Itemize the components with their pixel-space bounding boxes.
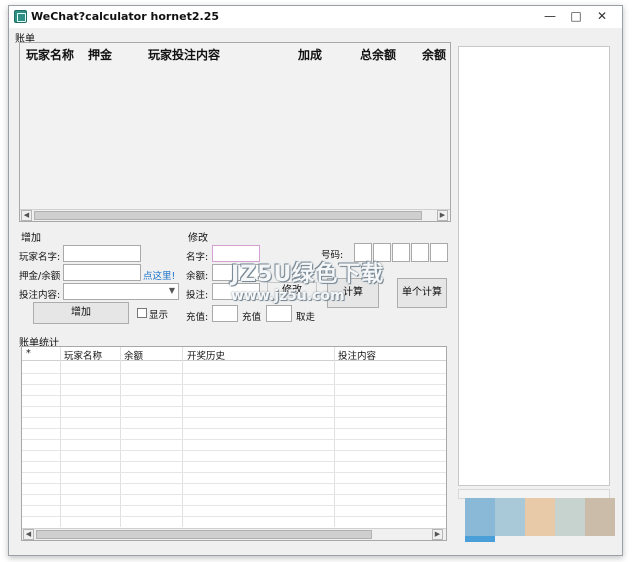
scroll-right-icon[interactable]: ▶: [432, 529, 443, 540]
watermark-logo: JZ5U绿色下载: [231, 262, 385, 287]
title-bar: WeChat?calculator hornet2.25 — □ ✕: [9, 6, 622, 28]
grid-row-line: [22, 406, 446, 407]
player-name-input[interactable]: [63, 245, 141, 262]
grid-divider: [120, 347, 121, 527]
grid-row-line: [22, 439, 446, 440]
ledger-col-balance[interactable]: 余额: [422, 46, 446, 63]
stats-col-index[interactable]: *: [26, 348, 31, 359]
scroll-right-icon[interactable]: ▶: [437, 210, 448, 221]
grid-row-line: [22, 395, 446, 396]
edit-panel-label: 修改: [188, 233, 208, 244]
app-icon: [14, 10, 27, 23]
accent-bar: [465, 536, 495, 542]
grid-row-line: [22, 373, 446, 374]
stats-col-balance[interactable]: 余额: [124, 348, 143, 362]
single-calc-button[interactable]: 单个计算: [397, 278, 447, 308]
app-window: WeChat?calculator hornet2.25 — □ ✕ 账单 玩家…: [8, 5, 623, 556]
grid-divider: [60, 347, 61, 527]
grid-row-line: [22, 450, 446, 451]
grid-row-line: [22, 384, 446, 385]
grid-row-line: [22, 505, 446, 506]
grid-divider: [334, 347, 335, 527]
color-swatch-1: [465, 498, 495, 536]
edit-balance-label: 余额:: [186, 271, 209, 282]
grid-row-line: [22, 428, 446, 429]
recharge-button[interactable]: 充值: [242, 309, 261, 323]
minimize-button[interactable]: —: [539, 8, 561, 24]
color-swatch-3: [525, 498, 555, 536]
stats-hscrollbar[interactable]: ◀ ▶: [22, 528, 446, 540]
stats-grid[interactable]: * 玩家名称 余额 开奖历史 投注内容 ◀ ▶: [21, 346, 447, 541]
deposit-label: 押金/余额: [19, 271, 61, 282]
ledger-hscrollbar[interactable]: ◀ ▶: [20, 209, 450, 221]
ledger-col-total-balance[interactable]: 总余额: [360, 46, 396, 63]
color-swatch-2: [495, 498, 525, 536]
scroll-left-icon[interactable]: ◀: [23, 529, 34, 540]
bet-content-select[interactable]: ▼: [63, 283, 179, 300]
watermark-url: www.jz5u.com: [231, 288, 345, 304]
withdraw-input[interactable]: [266, 305, 292, 322]
grid-divider: [182, 347, 183, 527]
stats-header-row: * 玩家名称 余额 开奖历史 投注内容: [22, 347, 446, 362]
window-title: WeChat?calculator hornet2.25: [31, 10, 219, 23]
number-box-5[interactable]: [430, 243, 448, 262]
scroll-left-icon[interactable]: ◀: [21, 210, 32, 221]
chevron-down-icon[interactable]: ▼: [169, 286, 175, 295]
number-box-3[interactable]: [392, 243, 410, 262]
grid-row-line: [22, 461, 446, 462]
close-button[interactable]: ✕: [591, 8, 613, 24]
recharge-label: 充值:: [186, 312, 209, 323]
color-swatch-5: [585, 498, 615, 536]
edit-bet-label: 投注:: [186, 290, 209, 301]
number-box-4[interactable]: [411, 243, 429, 262]
grid-row-line: [22, 494, 446, 495]
deposit-input[interactable]: [63, 264, 141, 281]
ledger-scroll-thumb[interactable]: [34, 211, 422, 220]
grid-row-line: [22, 516, 446, 517]
bet-content-label: 投注内容:: [19, 290, 61, 301]
ledger-list[interactable]: 玩家名称 押金 玩家投注内容 加成 总余额 余额 ◀ ▶: [19, 42, 451, 222]
ledger-col-player-name[interactable]: 玩家名称: [26, 46, 74, 63]
grid-row-line: [22, 483, 446, 484]
ledger-col-bonus[interactable]: 加成: [298, 46, 322, 63]
grid-row-line: [22, 417, 446, 418]
color-swatch-4: [555, 498, 585, 536]
click-here-link[interactable]: 点这里!: [143, 268, 175, 282]
ledger-col-deposit[interactable]: 押金: [88, 46, 112, 63]
stats-col-player-name[interactable]: 玩家名称: [64, 348, 102, 362]
withdraw-button[interactable]: 取走: [296, 309, 315, 323]
ledger-col-bet-content[interactable]: 玩家投注内容: [148, 46, 220, 63]
show-checkbox[interactable]: [137, 308, 147, 318]
recharge-input[interactable]: [212, 305, 238, 322]
stats-col-draw-history[interactable]: 开奖历史: [187, 348, 225, 362]
edit-name-label: 名字:: [186, 252, 209, 263]
add-panel-label: 增加: [21, 233, 41, 244]
right-side-panel[interactable]: [458, 46, 610, 486]
show-label: 显示: [149, 310, 169, 321]
stats-col-bet-content[interactable]: 投注内容: [338, 348, 376, 362]
maximize-button[interactable]: □: [565, 8, 587, 24]
player-name-label: 玩家名字:: [19, 252, 61, 263]
grid-row-line: [22, 472, 446, 473]
stats-scroll-thumb[interactable]: [36, 530, 372, 539]
add-button[interactable]: 增加: [33, 302, 129, 324]
